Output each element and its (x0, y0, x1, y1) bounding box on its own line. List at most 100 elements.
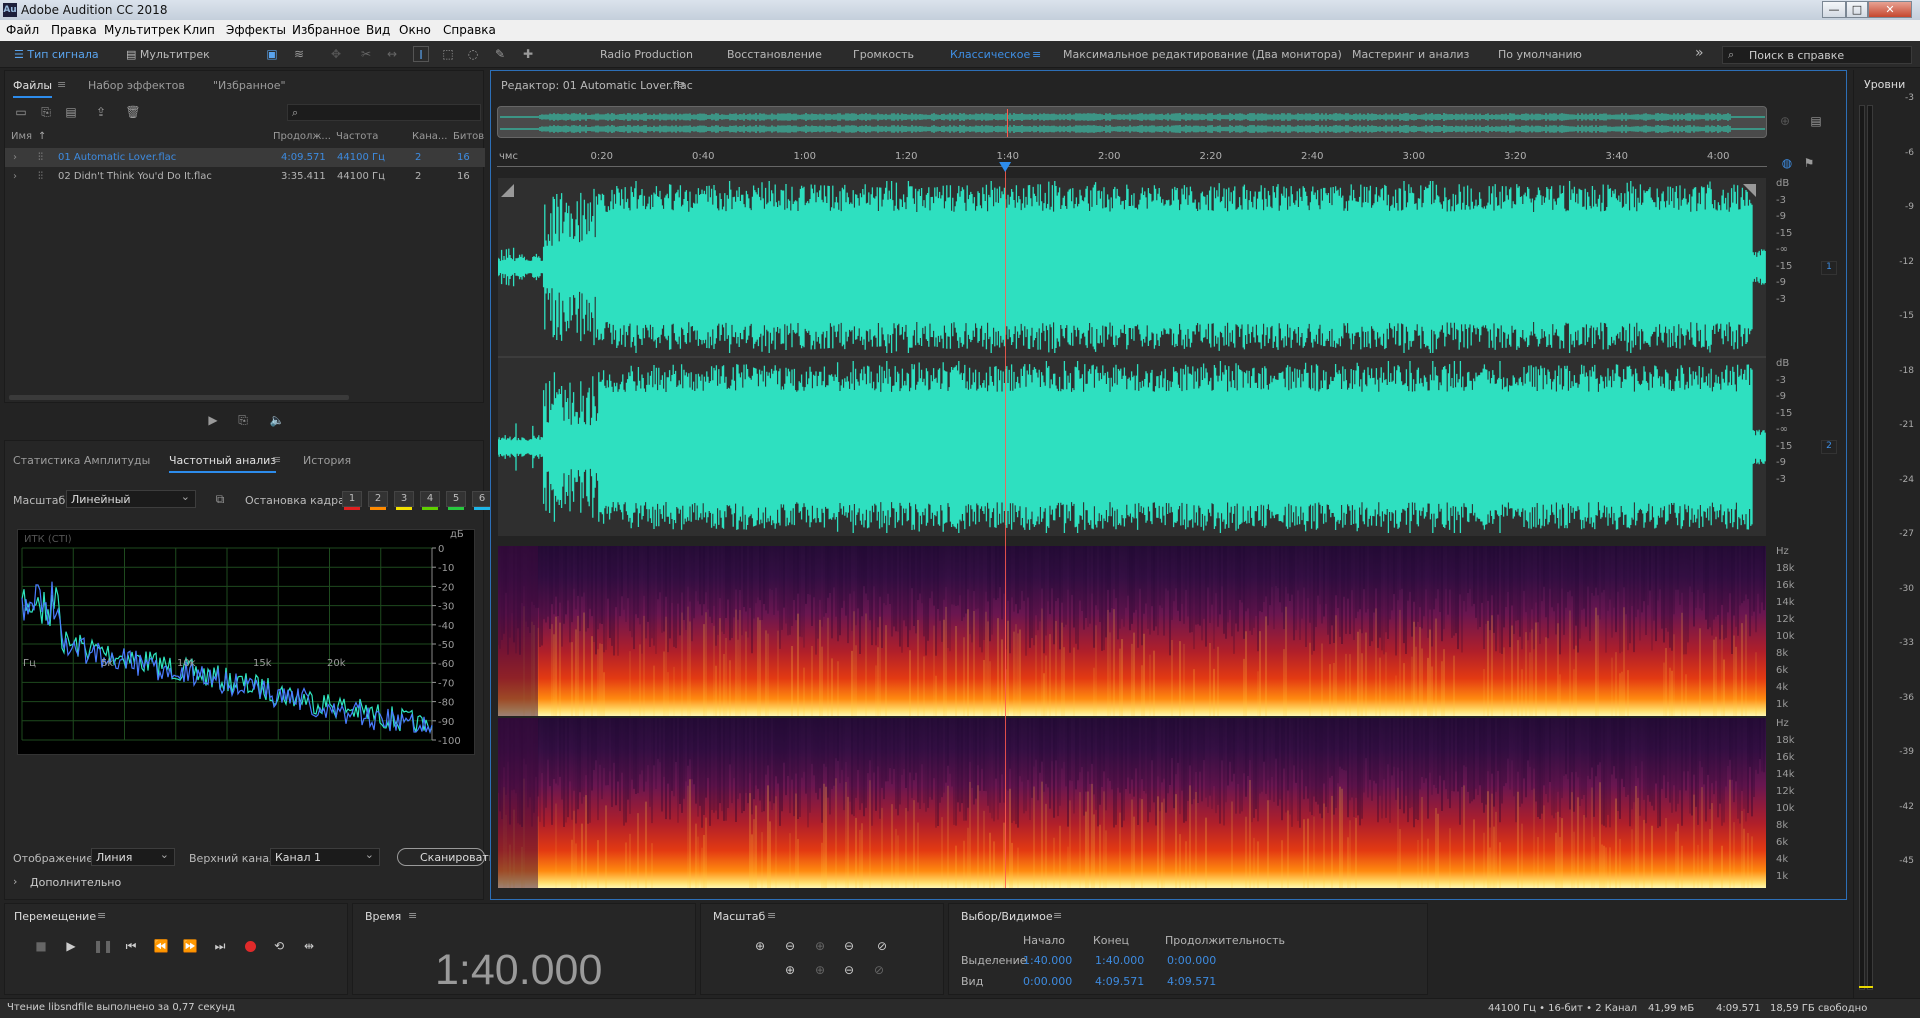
freeze-button-4[interactable]: 4 (420, 491, 440, 510)
help-search-field[interactable]: ⌕ Поиск в справке (1722, 46, 1912, 64)
tab-history[interactable]: История (303, 454, 351, 467)
col-channels[interactable]: Кана... (412, 131, 447, 142)
channel-1-badge[interactable]: 1 (1821, 261, 1837, 275)
tab-effects-rack[interactable]: Набор эффектов (88, 79, 185, 92)
freeze-button-1[interactable]: 1 (342, 491, 362, 510)
menu-multitrack[interactable]: Мультитрек (104, 23, 180, 37)
zoom-selection-icon[interactable]: ⊖ (841, 962, 857, 978)
table-row[interactable]: › ⫶⫶ 01 Automatic Lover.flac 4:09.571 44… (5, 148, 485, 167)
selection-start[interactable]: 1:40.000 (1023, 954, 1072, 967)
scan-button[interactable]: Сканировать (397, 848, 495, 866)
workspace-default[interactable]: По умолчанию (1498, 48, 1582, 61)
advanced-chevron-icon[interactable]: › (13, 875, 17, 888)
workspace-max-editing[interactable]: Максимальное редактирование (Два монитор… (1063, 48, 1342, 61)
playhead[interactable] (1005, 166, 1007, 888)
timeline-ruler[interactable]: чмс 0:20 0:40 1:00 1:20 1:40 2:00 2:20 2:40 3:00 3… (497, 151, 1767, 169)
zoom-in-right-icon[interactable]: ⊕ (812, 962, 828, 978)
marker-icon[interactable]: ⚑ (1801, 155, 1817, 171)
menu-favorites[interactable]: Избранное (292, 23, 360, 37)
razor-tool-icon[interactable]: ✂ (358, 46, 374, 62)
skip-to-start-icon[interactable]: ⏮ (123, 938, 139, 954)
play-icon[interactable]: ▶ (63, 938, 79, 954)
channel-2-badge[interactable]: 2 (1821, 440, 1837, 454)
zoom-in-amplitude-icon[interactable]: ⊕ (752, 938, 768, 954)
editor-menu-icon[interactable]: ≡ (676, 78, 685, 91)
selection-menu-icon[interactable]: ≡ (1053, 909, 1062, 922)
tab-frequency-analysis[interactable]: Частотный анализ (169, 454, 277, 473)
spot-healing-tool-icon[interactable]: ✚ (520, 46, 536, 62)
tab-amplitude-stats[interactable]: Статистика Амплитуды (13, 454, 150, 467)
overview-bar[interactable] (497, 106, 1767, 138)
pause-icon[interactable]: ❚❚ (93, 938, 113, 954)
menu-help[interactable]: Справка (443, 23, 496, 37)
record-icon[interactable] (245, 941, 256, 952)
toggle-overview-icon[interactable]: ▤ (1808, 113, 1824, 129)
display-dropdown[interactable]: Линия (91, 848, 175, 866)
zoom-menu-icon[interactable]: ≡ (767, 909, 776, 922)
close-button[interactable]: ✕ (1868, 1, 1912, 18)
analysis-panel-menu-icon[interactable]: ≡ (272, 453, 281, 466)
skip-selection-icon[interactable]: ⇹ (301, 938, 317, 954)
view-start[interactable]: 0:00.000 (1023, 975, 1072, 988)
workspace-classic[interactable]: Классическое (950, 48, 1030, 61)
workspace-mastering[interactable]: Мастеринг и анализ (1352, 48, 1469, 61)
zoom-out-full-icon[interactable]: ⊘ (871, 938, 893, 954)
spectral-display-icon[interactable]: ≋ (291, 46, 307, 62)
waveform-display[interactable] (498, 178, 1766, 538)
loop-icon[interactable]: ⟲ (271, 938, 287, 954)
zoom-out-full-icon[interactable]: ⊕ (1777, 113, 1793, 129)
marquee-tool-icon[interactable]: ⬚ (440, 46, 456, 62)
auto-play-icon[interactable]: 🔈 (264, 412, 290, 428)
minimize-button[interactable]: — (1822, 1, 1846, 18)
new-file-icon[interactable]: ▤ (63, 104, 79, 120)
workspace-restoration[interactable]: Восстановление (727, 48, 822, 61)
freeze-button-2[interactable]: 2 (368, 491, 388, 510)
scale-dropdown[interactable]: Линейный (66, 490, 196, 508)
fast-forward-icon[interactable]: ⏩ (182, 938, 198, 954)
col-bits[interactable]: Битов (453, 131, 484, 142)
spectrogram-channel-2[interactable] (498, 718, 1766, 888)
expand-chevron-icon[interactable]: › (13, 171, 17, 182)
files-search-input[interactable]: ⌕ (287, 104, 481, 121)
view-end[interactable]: 4:09.571 (1095, 975, 1144, 988)
menu-view[interactable]: Вид (366, 23, 390, 37)
freeze-button-5[interactable]: 5 (446, 491, 466, 510)
freeze-button-6[interactable]: 6 (472, 491, 492, 510)
multitrack-view-button[interactable]: ▤ Мультитрек (126, 48, 210, 61)
lasso-tool-icon[interactable]: ◌ (465, 46, 481, 62)
channel-dropdown[interactable]: Канал 1 (270, 848, 380, 866)
col-name[interactable]: Имя (11, 131, 32, 142)
freeze-button-3[interactable]: 3 (394, 491, 414, 510)
zoom-in-time-icon[interactable]: ⊕ (812, 938, 828, 954)
delete-file-icon[interactable]: 🗑 (125, 104, 141, 120)
transport-menu-icon[interactable]: ≡ (97, 909, 106, 922)
menu-window[interactable]: Окно (399, 23, 431, 37)
menu-clip[interactable]: Клип (183, 23, 215, 37)
waveform-display-icon[interactable]: ▣ (264, 46, 280, 62)
horizontal-scrollbar[interactable] (9, 395, 349, 400)
stop-icon[interactable]: ■ (33, 938, 49, 954)
files-panel-menu-icon[interactable]: ≡ (57, 78, 66, 91)
move-tool-icon[interactable]: ✥ (328, 46, 344, 62)
import-file-icon[interactable]: ⎘ (38, 104, 54, 120)
insert-multitrack-icon[interactable]: ⇪ (93, 104, 109, 120)
selection-duration[interactable]: 0:00.000 (1167, 954, 1216, 967)
zoom-out-time-icon[interactable]: ⊖ (841, 938, 857, 954)
more-workspaces-button[interactable]: » (1695, 45, 1704, 61)
snap-icon[interactable]: ◍ (1779, 155, 1795, 171)
table-row[interactable]: › ⫶⫶ 02 Didn't Think You'd Do It.flac 3:… (5, 167, 485, 186)
spectrogram-channel-1[interactable] (498, 546, 1766, 716)
slip-tool-icon[interactable]: ↔ (384, 46, 400, 62)
menu-file[interactable]: Файл (6, 23, 39, 37)
loop-preview-icon[interactable]: ⎘ (235, 412, 251, 428)
time-menu-icon[interactable]: ≡ (408, 909, 417, 922)
col-duration[interactable]: Продолж... (273, 131, 331, 142)
copy-graph-icon[interactable]: ⧉ (212, 491, 228, 507)
menu-edit[interactable]: Правка (51, 23, 97, 37)
zoom-reset-icon[interactable]: ⊘ (871, 962, 887, 978)
skip-to-end-icon[interactable]: ⏭ (212, 938, 228, 954)
expand-chevron-icon[interactable]: › (13, 152, 17, 163)
advanced-section[interactable]: Дополнительно (30, 876, 121, 889)
workspace-loudness[interactable]: Громкость (853, 48, 914, 61)
zoom-in-left-icon[interactable]: ⊕ (782, 962, 798, 978)
